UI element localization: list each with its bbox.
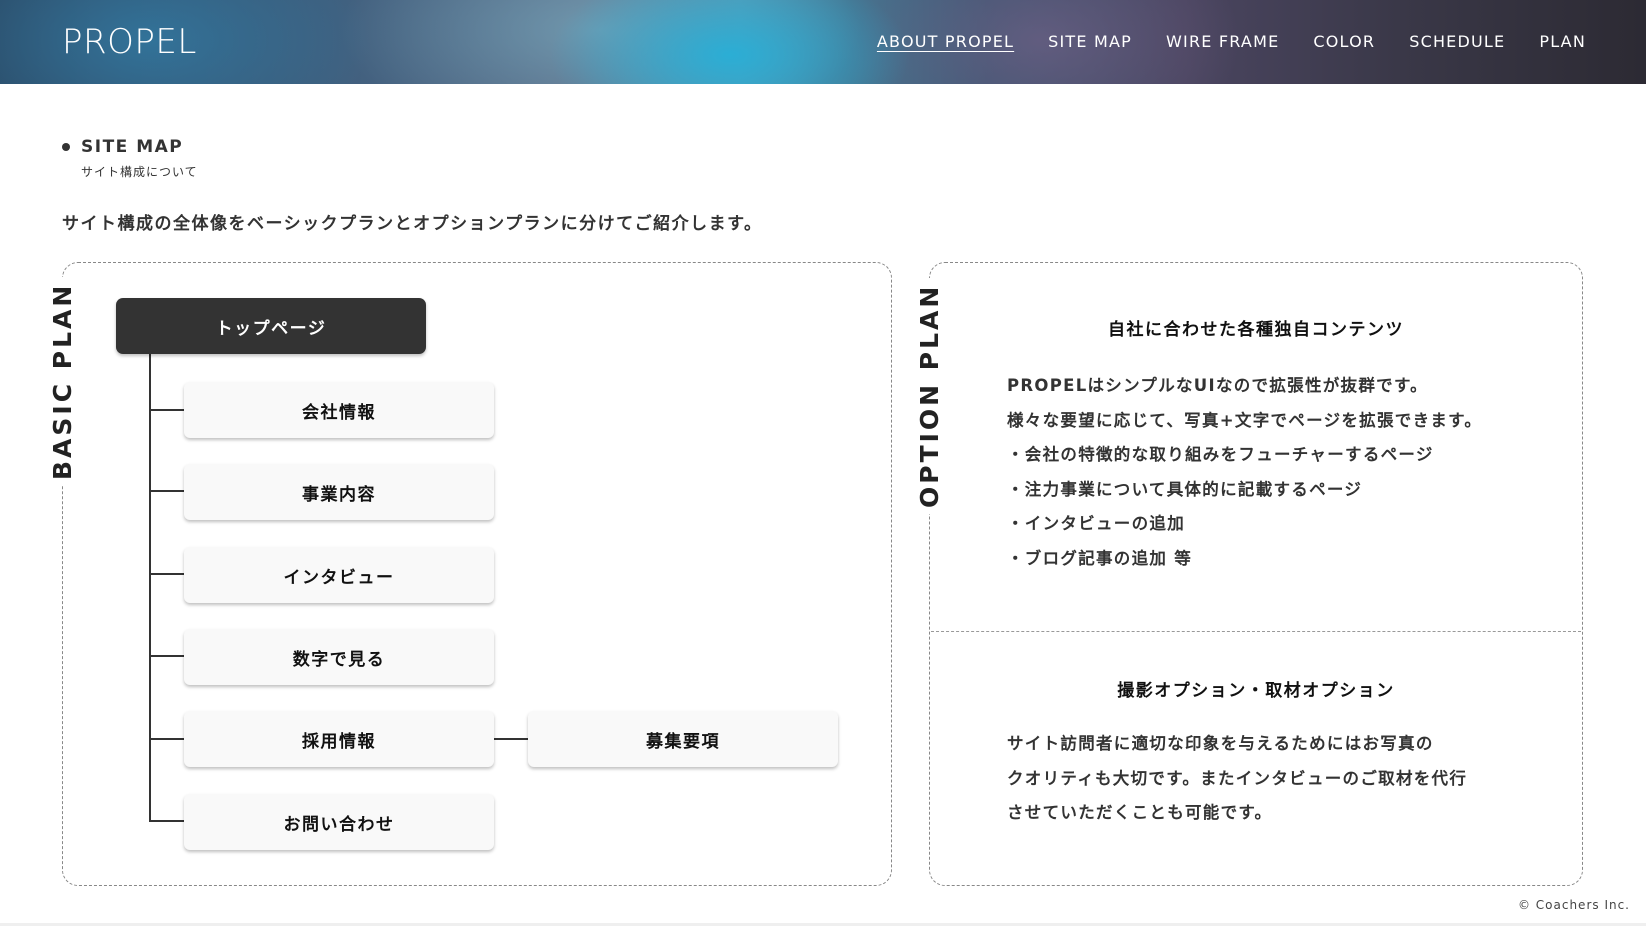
bullet-icon <box>62 143 70 151</box>
nav-color[interactable]: COLOR <box>1313 30 1375 54</box>
nav-site-map[interactable]: SITE MAP <box>1048 30 1132 54</box>
node-company-info: 会社情報 <box>184 382 494 438</box>
section-lead-text: サイト構成の全体像をベーシックプランとオプションプランに分けてご紹介します。 <box>62 214 763 234</box>
site-header: PROPEL ABOUT PROPEL SITE MAP WIRE FRAME … <box>0 0 1646 84</box>
node-job-requirements: 募集要項 <box>528 711 838 767</box>
nav-schedule[interactable]: SCHEDULE <box>1409 30 1505 54</box>
tree-branch-line <box>494 738 528 740</box>
nav-plan[interactable]: PLAN <box>1539 30 1586 54</box>
tree-branch-line <box>149 573 184 575</box>
node-recruit: 採用情報 <box>184 711 494 767</box>
basic-plan-label: BASIC PLAN <box>48 276 77 486</box>
option-plan-label: OPTION PLAN <box>915 277 944 514</box>
node-interview: インタビュー <box>184 547 494 603</box>
section-heading: SITE MAP サイト構成について <box>62 137 198 180</box>
node-top-page: トップページ <box>116 298 426 354</box>
copyright: © Coachers Inc. <box>1517 898 1630 912</box>
nav-about-propel[interactable]: ABOUT PROPEL <box>877 30 1014 54</box>
option-block1-title: 自社に合わせた各種独自コンテンツ <box>1108 320 1404 340</box>
node-numbers: 数字で見る <box>184 629 494 685</box>
tree-trunk-line <box>149 354 151 822</box>
option-block2-text: サイト訪問者に適切な印象を与えるためにはお写真の クオリティも大切です。またイン… <box>1007 734 1468 822</box>
option-block2-title: 撮影オプション・取材オプション <box>1117 681 1395 701</box>
tree-branch-line <box>149 490 184 492</box>
option-divider <box>931 631 1581 632</box>
tree-branch-line <box>149 655 184 657</box>
node-contact: お問い合わせ <box>184 794 494 850</box>
main-nav: ABOUT PROPEL SITE MAP WIRE FRAME COLOR S… <box>843 30 1586 54</box>
section-subtitle: サイト構成について <box>81 165 198 179</box>
tree-branch-line <box>149 409 184 411</box>
option-block1-text: PROPELはシンプルなUIなので拡張性が抜群です。 様々な要望に応じて、写真+… <box>1007 376 1483 568</box>
nav-wire-frame[interactable]: WIRE FRAME <box>1166 30 1279 54</box>
tree-branch-line <box>149 738 184 740</box>
propel-logo[interactable]: PROPEL <box>62 22 197 62</box>
section-title: SITE MAP <box>81 137 184 157</box>
node-business: 事業内容 <box>184 464 494 520</box>
tree-branch-line <box>149 820 184 822</box>
